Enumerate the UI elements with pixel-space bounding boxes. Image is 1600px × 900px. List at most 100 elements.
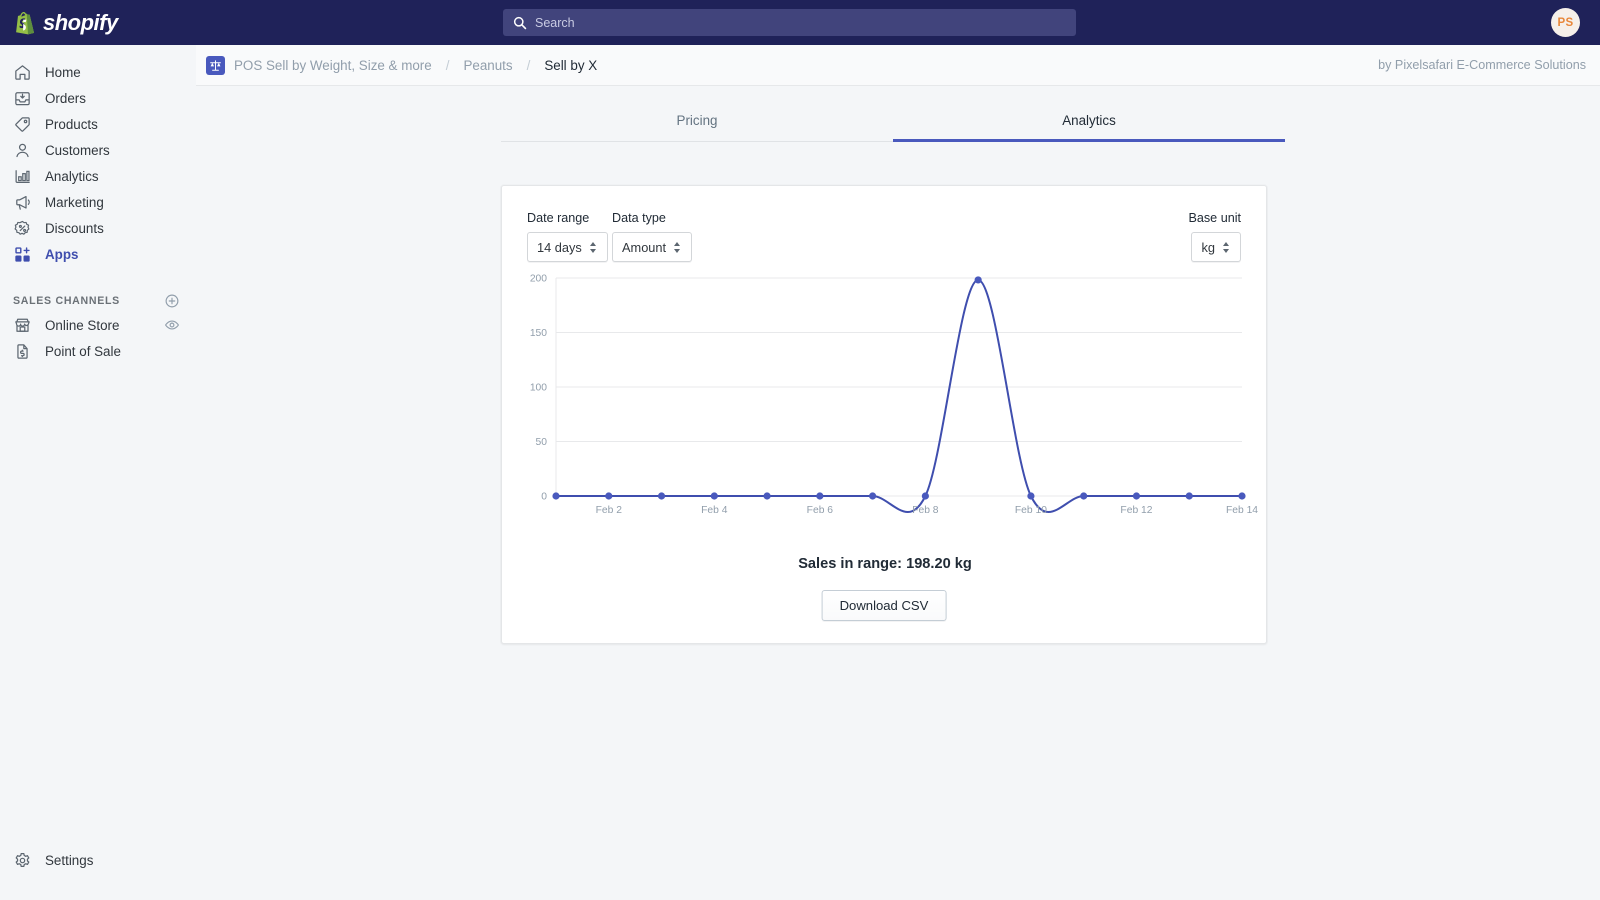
y-axis-tick-label: 100 — [530, 383, 547, 394]
sidebar-item-label: Marketing — [45, 194, 104, 210]
pos-tag-icon — [13, 342, 32, 361]
person-icon — [13, 141, 32, 160]
avatar[interactable]: PS — [1551, 8, 1580, 37]
chart-data-point[interactable] — [869, 492, 877, 500]
sidebar-item-discounts[interactable]: Discounts — [0, 215, 196, 241]
apps-grid-plus-icon — [13, 245, 32, 264]
main-content: POS Sell by Weight, Size & more / Peanut… — [196, 45, 1600, 900]
data-type-value: Amount — [622, 239, 667, 255]
chart-data-point[interactable] — [816, 492, 824, 500]
app-attribution: by Pixelsafari E-Commerce Solutions — [1378, 58, 1586, 72]
sidebar-item-home[interactable]: Home — [0, 59, 196, 85]
tab-analytics[interactable]: Analytics — [893, 101, 1285, 142]
tab-label: Pricing — [676, 113, 718, 128]
chart-data-point[interactable] — [1080, 492, 1088, 500]
sidebar-item-point-of-sale[interactable]: Point of Sale — [0, 338, 196, 364]
sidebar-item-settings[interactable]: Settings — [0, 851, 93, 870]
chart-data-point[interactable] — [1238, 492, 1246, 500]
chart-data-point[interactable] — [1132, 492, 1141, 500]
sidebar-item-orders[interactable]: Orders — [0, 85, 196, 111]
date-range-label: Date range — [527, 211, 590, 225]
chart-line — [555, 278, 1243, 513]
chart-data-point[interactable] — [921, 492, 929, 500]
sidebar-item-analytics[interactable]: Analytics — [0, 163, 196, 189]
y-axis-tick-label: 0 — [541, 492, 547, 503]
storefront-icon — [13, 316, 32, 335]
breadcrumb-bar: POS Sell by Weight, Size & more / Peanut… — [196, 45, 1600, 86]
x-axis-tick-label: Feb 2 — [596, 505, 623, 516]
chart-data-point[interactable] — [710, 492, 718, 500]
sidebar-item-label: Online Store — [45, 317, 120, 333]
chart-data-point[interactable] — [657, 492, 666, 500]
data-type-select[interactable]: Amount — [612, 232, 693, 262]
sidebar-item-online-store[interactable]: Online Store — [0, 312, 196, 338]
y-axis-tick-label: 200 — [530, 274, 547, 285]
base-unit-value: kg — [1201, 239, 1215, 255]
chart-canvas: 0 50 100 150 200 Feb 2 Feb 4 Feb 6 Feb 8 Feb 10 Fe… — [530, 274, 1258, 516]
chart-data-point[interactable] — [974, 276, 982, 284]
filter-row: Date range 14 days Data type Amount Base… — [502, 186, 1266, 262]
bar-chart-icon — [13, 167, 32, 186]
breadcrumb-app-name[interactable]: POS Sell by Weight, Size & more — [234, 58, 432, 73]
shopify-bag-icon — [14, 11, 36, 35]
sidebar-item-marketing[interactable]: Marketing — [0, 189, 196, 215]
sidebar-item-products[interactable]: Products — [0, 111, 196, 137]
tab-label: Analytics — [1062, 113, 1116, 128]
date-range-value: 14 days — [537, 239, 582, 255]
shopify-logo[interactable]: shopify — [14, 10, 118, 36]
sidebar-item-label: Discounts — [45, 220, 104, 236]
search-input[interactable]: Search — [503, 9, 1076, 36]
x-axis-tick-label: Feb 8 — [912, 505, 939, 516]
tag-icon — [13, 115, 32, 134]
chart-data-point[interactable] — [605, 492, 613, 500]
date-range-select[interactable]: 14 days — [527, 232, 608, 262]
sidebar-item-label: Orders — [45, 90, 86, 106]
sidebar-item-label: Analytics — [45, 168, 99, 184]
sidebar-item-label: Products — [45, 116, 98, 132]
sidebar-item-label: Customers — [45, 142, 110, 158]
chart-data-point[interactable] — [1185, 492, 1193, 500]
home-icon — [13, 63, 32, 82]
chevron-updown-icon — [589, 241, 598, 254]
plus-circle-icon[interactable] — [164, 293, 180, 309]
sales-channels-header: SALES CHANNELS — [0, 290, 196, 312]
chart-data-point[interactable] — [763, 492, 771, 500]
chart-data-point[interactable] — [1027, 492, 1035, 500]
sidebar-item-customers[interactable]: Customers — [0, 137, 196, 163]
orders-inbox-icon — [13, 89, 32, 108]
base-unit-select[interactable]: kg — [1191, 232, 1241, 262]
tab-bar: Pricing Analytics — [501, 101, 1285, 142]
analytics-card: Date range 14 days Data type Amount Base… — [501, 185, 1267, 644]
eye-icon[interactable] — [164, 317, 180, 333]
data-type-label: Data type — [612, 211, 666, 225]
scale-balance-icon — [206, 55, 225, 75]
x-axis-tick-label: Feb 14 — [1226, 505, 1258, 516]
sales-line-chart: 0 50 100 150 200 Feb 2 Feb 4 Feb 6 Feb 8 Feb 10 Fe… — [502, 262, 1268, 552]
download-csv-button[interactable]: Download CSV — [821, 590, 947, 621]
breadcrumb-separator: / — [445, 57, 450, 73]
breadcrumb-parent[interactable]: Peanuts — [463, 58, 512, 73]
sidebar-item-label: Point of Sale — [45, 343, 121, 359]
chart-data-point[interactable] — [552, 492, 560, 500]
x-axis-tick-label: Feb 12 — [1120, 505, 1152, 516]
search-icon — [513, 16, 527, 30]
sidebar-item-apps[interactable]: Apps — [0, 241, 196, 267]
chevron-updown-icon — [674, 241, 682, 254]
y-axis-tick-label: 150 — [530, 328, 547, 339]
tab-pricing[interactable]: Pricing — [501, 101, 893, 141]
x-axis-tick-label: Feb 10 — [1015, 505, 1047, 516]
top-bar: shopify Search PS — [0, 0, 1600, 45]
search-placeholder: Search — [535, 15, 575, 30]
sales-summary: Sales in range: 198.20 kg — [798, 556, 972, 572]
sales-channels-title: SALES CHANNELS — [13, 295, 120, 307]
base-unit-group: Base unit kg — [1188, 211, 1241, 262]
breadcrumb: POS Sell by Weight, Size & more / Peanut… — [206, 55, 597, 75]
x-axis-tick-label: Feb 4 — [701, 505, 728, 516]
brand-name: shopify — [43, 9, 118, 35]
breadcrumb-separator: / — [526, 57, 531, 73]
gear-icon — [13, 851, 32, 870]
sidebar: Home Orders Products Customers Analytics… — [0, 45, 196, 900]
data-type-group: Data type Amount — [612, 211, 693, 262]
discount-badge-icon — [13, 219, 32, 238]
base-unit-label: Base unit — [1188, 211, 1241, 225]
